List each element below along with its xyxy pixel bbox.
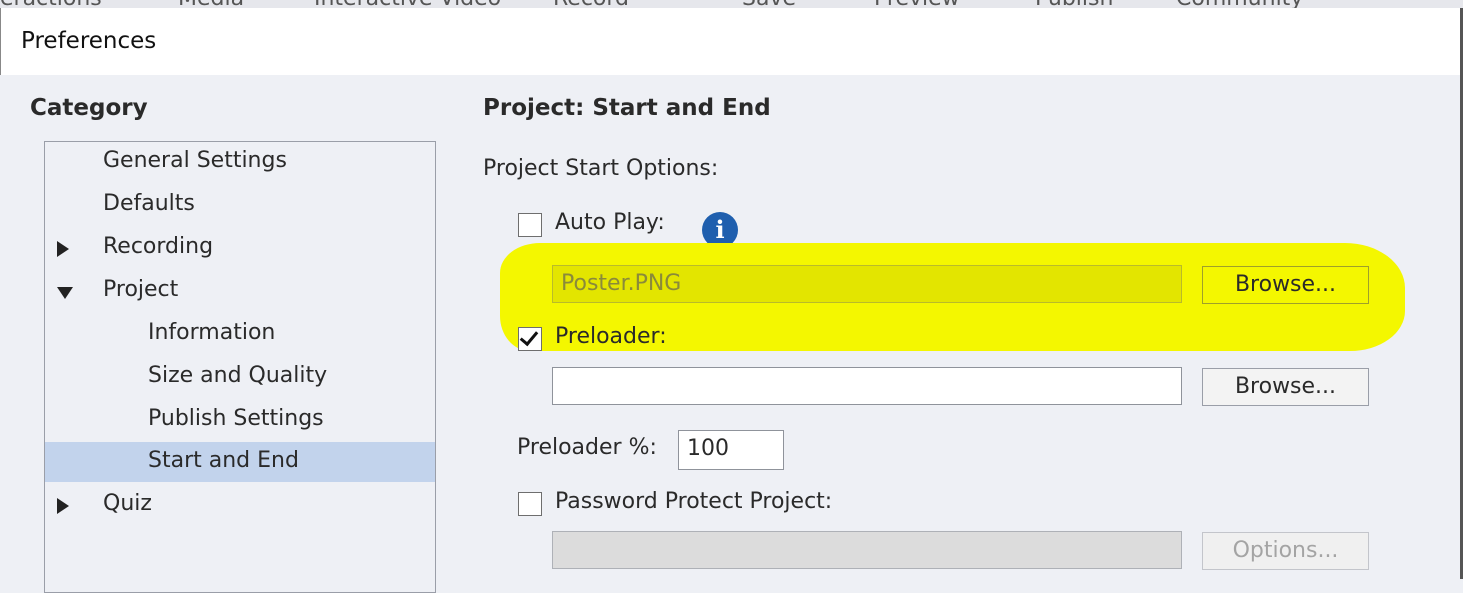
tree-item-label: Publish Settings xyxy=(148,406,324,431)
checkmark-icon xyxy=(519,326,539,347)
tree-item-label: Defaults xyxy=(103,191,195,216)
category-heading: Category xyxy=(30,95,148,121)
poster-browse-button[interactable]: Browse... xyxy=(1202,266,1369,304)
tree-item-defaults[interactable]: Defaults xyxy=(45,185,435,225)
tree-item-label: Information xyxy=(148,320,276,345)
category-tree[interactable]: General Settings Defaults Recording Proj… xyxy=(44,141,436,593)
section-label: Project Start Options: xyxy=(483,156,719,181)
panel-heading: Project: Start and End xyxy=(483,95,771,121)
tree-item-quiz[interactable]: Quiz xyxy=(45,485,435,525)
tree-item-label: Quiz xyxy=(103,491,152,516)
tree-item-label: Size and Quality xyxy=(148,363,328,388)
password-options-button[interactable]: Options... xyxy=(1202,532,1369,570)
tree-item-information[interactable]: Information xyxy=(45,314,435,354)
auto-play-label: Auto Play: xyxy=(555,210,665,235)
poster-image-field[interactable]: Poster.PNG xyxy=(552,265,1182,303)
expand-arrow-icon[interactable] xyxy=(57,498,69,514)
preloader-file-field[interactable] xyxy=(552,367,1182,405)
tree-item-recording[interactable]: Recording xyxy=(45,228,435,268)
tree-item-start-and-end[interactable]: Start and End xyxy=(45,442,435,482)
preloader-percent-label: Preloader %: xyxy=(517,435,657,460)
tree-item-publish-settings[interactable]: Publish Settings xyxy=(45,400,435,440)
tree-item-label: General Settings xyxy=(103,148,287,173)
dialog-title-bar[interactable]: Preferences xyxy=(0,8,1463,75)
preloader-label: Preloader: xyxy=(555,324,667,349)
preloader-browse-button[interactable]: Browse... xyxy=(1202,368,1369,406)
password-protect-label: Password Protect Project: xyxy=(555,489,833,514)
tree-item-label: Start and End xyxy=(148,448,299,473)
expand-arrow-icon[interactable] xyxy=(57,241,69,257)
password-protect-checkbox[interactable] xyxy=(518,492,542,516)
tree-item-project[interactable]: Project xyxy=(45,271,435,311)
collapse-arrow-icon[interactable] xyxy=(57,287,73,299)
tree-item-general-settings[interactable]: General Settings xyxy=(45,142,435,182)
preloader-checkbox[interactable] xyxy=(518,326,542,351)
tree-item-label: Recording xyxy=(103,234,214,259)
dialog-title: Preferences xyxy=(21,28,157,54)
tree-item-label: Project xyxy=(103,277,179,302)
tree-item-size-and-quality[interactable]: Size and Quality xyxy=(45,357,435,397)
auto-play-checkbox[interactable] xyxy=(518,213,542,237)
preloader-percent-input[interactable]: 100 xyxy=(678,430,784,470)
password-field[interactable] xyxy=(552,531,1182,569)
